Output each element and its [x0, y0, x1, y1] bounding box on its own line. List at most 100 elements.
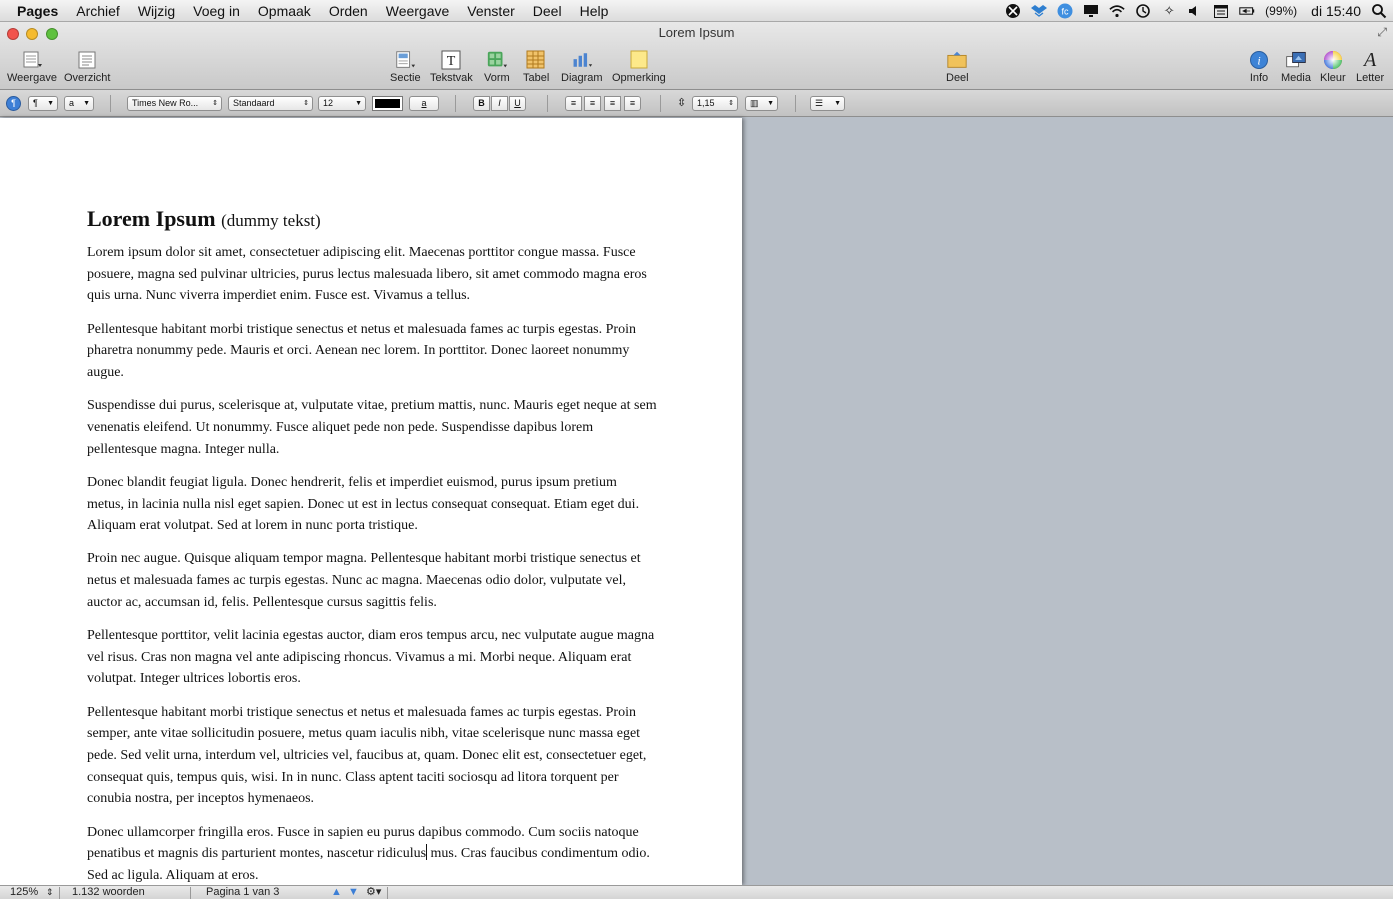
- view-icon: [21, 50, 43, 70]
- toolbar-deel-button[interactable]: Deel: [946, 50, 969, 85]
- toolbar-vorm-button[interactable]: Vorm: [484, 50, 510, 85]
- paragraph-with-caret: Donec ullamcorper fringilla eros. Fusce …: [87, 824, 650, 884]
- menu-opmaak[interactable]: Opmaak: [249, 0, 320, 22]
- columns-select[interactable]: ▥ ▼: [745, 96, 778, 111]
- list-bullets-icon: ☰: [815, 98, 824, 108]
- document-page[interactable]: Lorem Ipsum (dummy tekst) Lorem ipsum do…: [0, 118, 742, 885]
- dropbox-icon[interactable]: [1031, 3, 1048, 19]
- zoom-stepper-icon[interactable]: ⇕: [46, 886, 54, 899]
- toolbar-diagram-button[interactable]: Diagram: [561, 50, 603, 85]
- window-title: Lorem Ipsum: [658, 25, 735, 40]
- bluetooth-icon[interactable]: ✧: [1161, 3, 1177, 19]
- highlight-color-well[interactable]: a: [409, 96, 439, 111]
- menu-orden[interactable]: Orden: [320, 0, 377, 22]
- toolbar-tabel-button[interactable]: Tabel: [523, 50, 549, 85]
- paragraph-style-select[interactable]: ¶ ▼: [28, 96, 58, 111]
- italic-button[interactable]: I: [491, 96, 508, 111]
- toolbar-opmerking-button[interactable]: Opmerking: [612, 50, 666, 85]
- paragraph: Pellentesque habitant morbi tristique se…: [87, 704, 647, 807]
- document-heading: Lorem Ipsum (dummy tekst): [87, 206, 657, 234]
- spotlight-icon[interactable]: [1371, 3, 1387, 19]
- toolbar-overzicht-button[interactable]: Overzicht: [64, 50, 110, 85]
- menu-clock[interactable]: di 15:40: [1311, 3, 1361, 19]
- volume-icon[interactable]: [1187, 3, 1203, 19]
- columns-icon: ▥: [750, 98, 759, 108]
- character-style-select[interactable]: a ▼: [64, 96, 94, 111]
- wifi-icon[interactable]: [1109, 3, 1125, 19]
- align-right-button[interactable]: ≡: [604, 96, 621, 111]
- menu-venster[interactable]: Venster: [458, 0, 523, 22]
- toolbar-media-button[interactable]: Media: [1281, 50, 1311, 85]
- fullscreen-icon[interactable]: ⤢: [1377, 25, 1387, 40]
- line-spacing-field[interactable]: 1,15 ⇕: [692, 96, 738, 111]
- paragraph: Lorem ipsum dolor sit amet, consectetuer…: [87, 245, 647, 304]
- separator: [190, 887, 191, 899]
- format-bar: ¶ ¶ ▼ a ▼ Times New Ro... ⇕ Standaard ⇕ 12 ▼ …: [0, 90, 1393, 117]
- status-bar: 125% ⇕ 1.132 woorden Pagina 1 van 3 ▲ ▼ …: [0, 885, 1393, 899]
- calendar-icon[interactable]: [1213, 3, 1229, 19]
- svg-text:fc: fc: [1062, 7, 1070, 17]
- toolbar-weergave-button[interactable]: Weergave: [7, 50, 57, 85]
- separator: [110, 95, 111, 112]
- font-family-select[interactable]: Times New Ro... ⇕: [127, 96, 222, 111]
- separator: [59, 887, 60, 899]
- align-justify-button[interactable]: ≡: [624, 96, 641, 111]
- textbox-icon: T: [440, 50, 462, 70]
- menu-voeg-in[interactable]: Voeg in: [184, 0, 249, 22]
- comment-note-icon: [628, 50, 650, 70]
- toolbar-tekstvak-button[interactable]: T Tekstvak: [430, 50, 473, 85]
- svg-text:i: i: [1257, 54, 1260, 68]
- menu-app-pages[interactable]: Pages: [8, 0, 67, 22]
- font-typeface-select[interactable]: Standaard ⇕: [228, 96, 313, 111]
- bold-button[interactable]: B: [473, 96, 490, 111]
- styles-drawer-icon[interactable]: ¶: [6, 96, 21, 111]
- menu-weergave[interactable]: Weergave: [377, 0, 459, 22]
- separator: [455, 95, 456, 112]
- previous-page-icon[interactable]: ▲: [331, 886, 342, 899]
- menu-bar: Pages Archief Wijzig Voeg in Opmaak Orde…: [0, 0, 1393, 22]
- toolbar-letter-button[interactable]: A Letter: [1356, 48, 1384, 85]
- toolbar-kleur-button[interactable]: Kleur: [1320, 50, 1346, 85]
- align-justify-icon: ≡: [629, 98, 636, 108]
- toolbar-info-button[interactable]: i Info: [1248, 50, 1270, 85]
- sync-icon[interactable]: fc: [1057, 3, 1073, 19]
- underline-button[interactable]: U: [509, 96, 526, 111]
- next-page-icon[interactable]: ▼: [348, 886, 359, 899]
- menu-archief[interactable]: Archief: [67, 0, 129, 22]
- align-left-button[interactable]: ≡: [565, 96, 582, 111]
- text-color-well[interactable]: [372, 96, 403, 111]
- timemachine-icon[interactable]: [1135, 3, 1151, 19]
- font-icon: A: [1363, 48, 1377, 71]
- align-center-button[interactable]: ≡: [584, 96, 601, 111]
- menu-help[interactable]: Help: [571, 0, 618, 22]
- zoom-select[interactable]: 125%: [10, 886, 38, 899]
- smartsleep-icon[interactable]: [1005, 3, 1021, 19]
- table-icon: [525, 50, 547, 70]
- toolbar-sectie-button[interactable]: Sectie: [390, 50, 421, 85]
- font-size-field[interactable]: 12 ▼: [318, 96, 366, 111]
- align-left-icon: ≡: [570, 98, 577, 108]
- separator: [660, 95, 661, 112]
- document-subtitle: (dummy tekst): [221, 211, 321, 230]
- separator: [795, 95, 796, 112]
- gear-icon[interactable]: ⚙▾: [366, 886, 381, 899]
- document-body[interactable]: Lorem Ipsum (dummy tekst) Lorem ipsum do…: [87, 206, 657, 885]
- window-titlebar: Lorem Ipsum ⤢ Weergave Overzicht Sectie …: [0, 22, 1393, 90]
- word-count[interactable]: 1.132 woorden: [72, 886, 145, 899]
- align-right-icon: ≡: [609, 98, 616, 108]
- color-wheel-icon: [1322, 50, 1344, 70]
- battery-icon[interactable]: [1239, 3, 1255, 19]
- display-icon[interactable]: [1083, 3, 1099, 19]
- svg-text:T: T: [447, 54, 456, 69]
- paragraph: Pellentesque porttitor, velit lacinia eg…: [87, 628, 655, 687]
- chart-icon: [571, 50, 593, 70]
- inspector-list-icon: [76, 50, 98, 70]
- shape-icon: [486, 50, 508, 70]
- section-icon: [394, 50, 416, 70]
- battery-percentage: (99%): [1265, 4, 1298, 18]
- separator: [387, 887, 388, 899]
- menu-wijzig[interactable]: Wijzig: [129, 0, 184, 22]
- list-style-select[interactable]: ☰ ▼: [810, 96, 845, 111]
- paragraph: Donec blandit feugiat ligula. Donec hend…: [87, 474, 640, 534]
- menu-deel[interactable]: Deel: [524, 0, 571, 22]
